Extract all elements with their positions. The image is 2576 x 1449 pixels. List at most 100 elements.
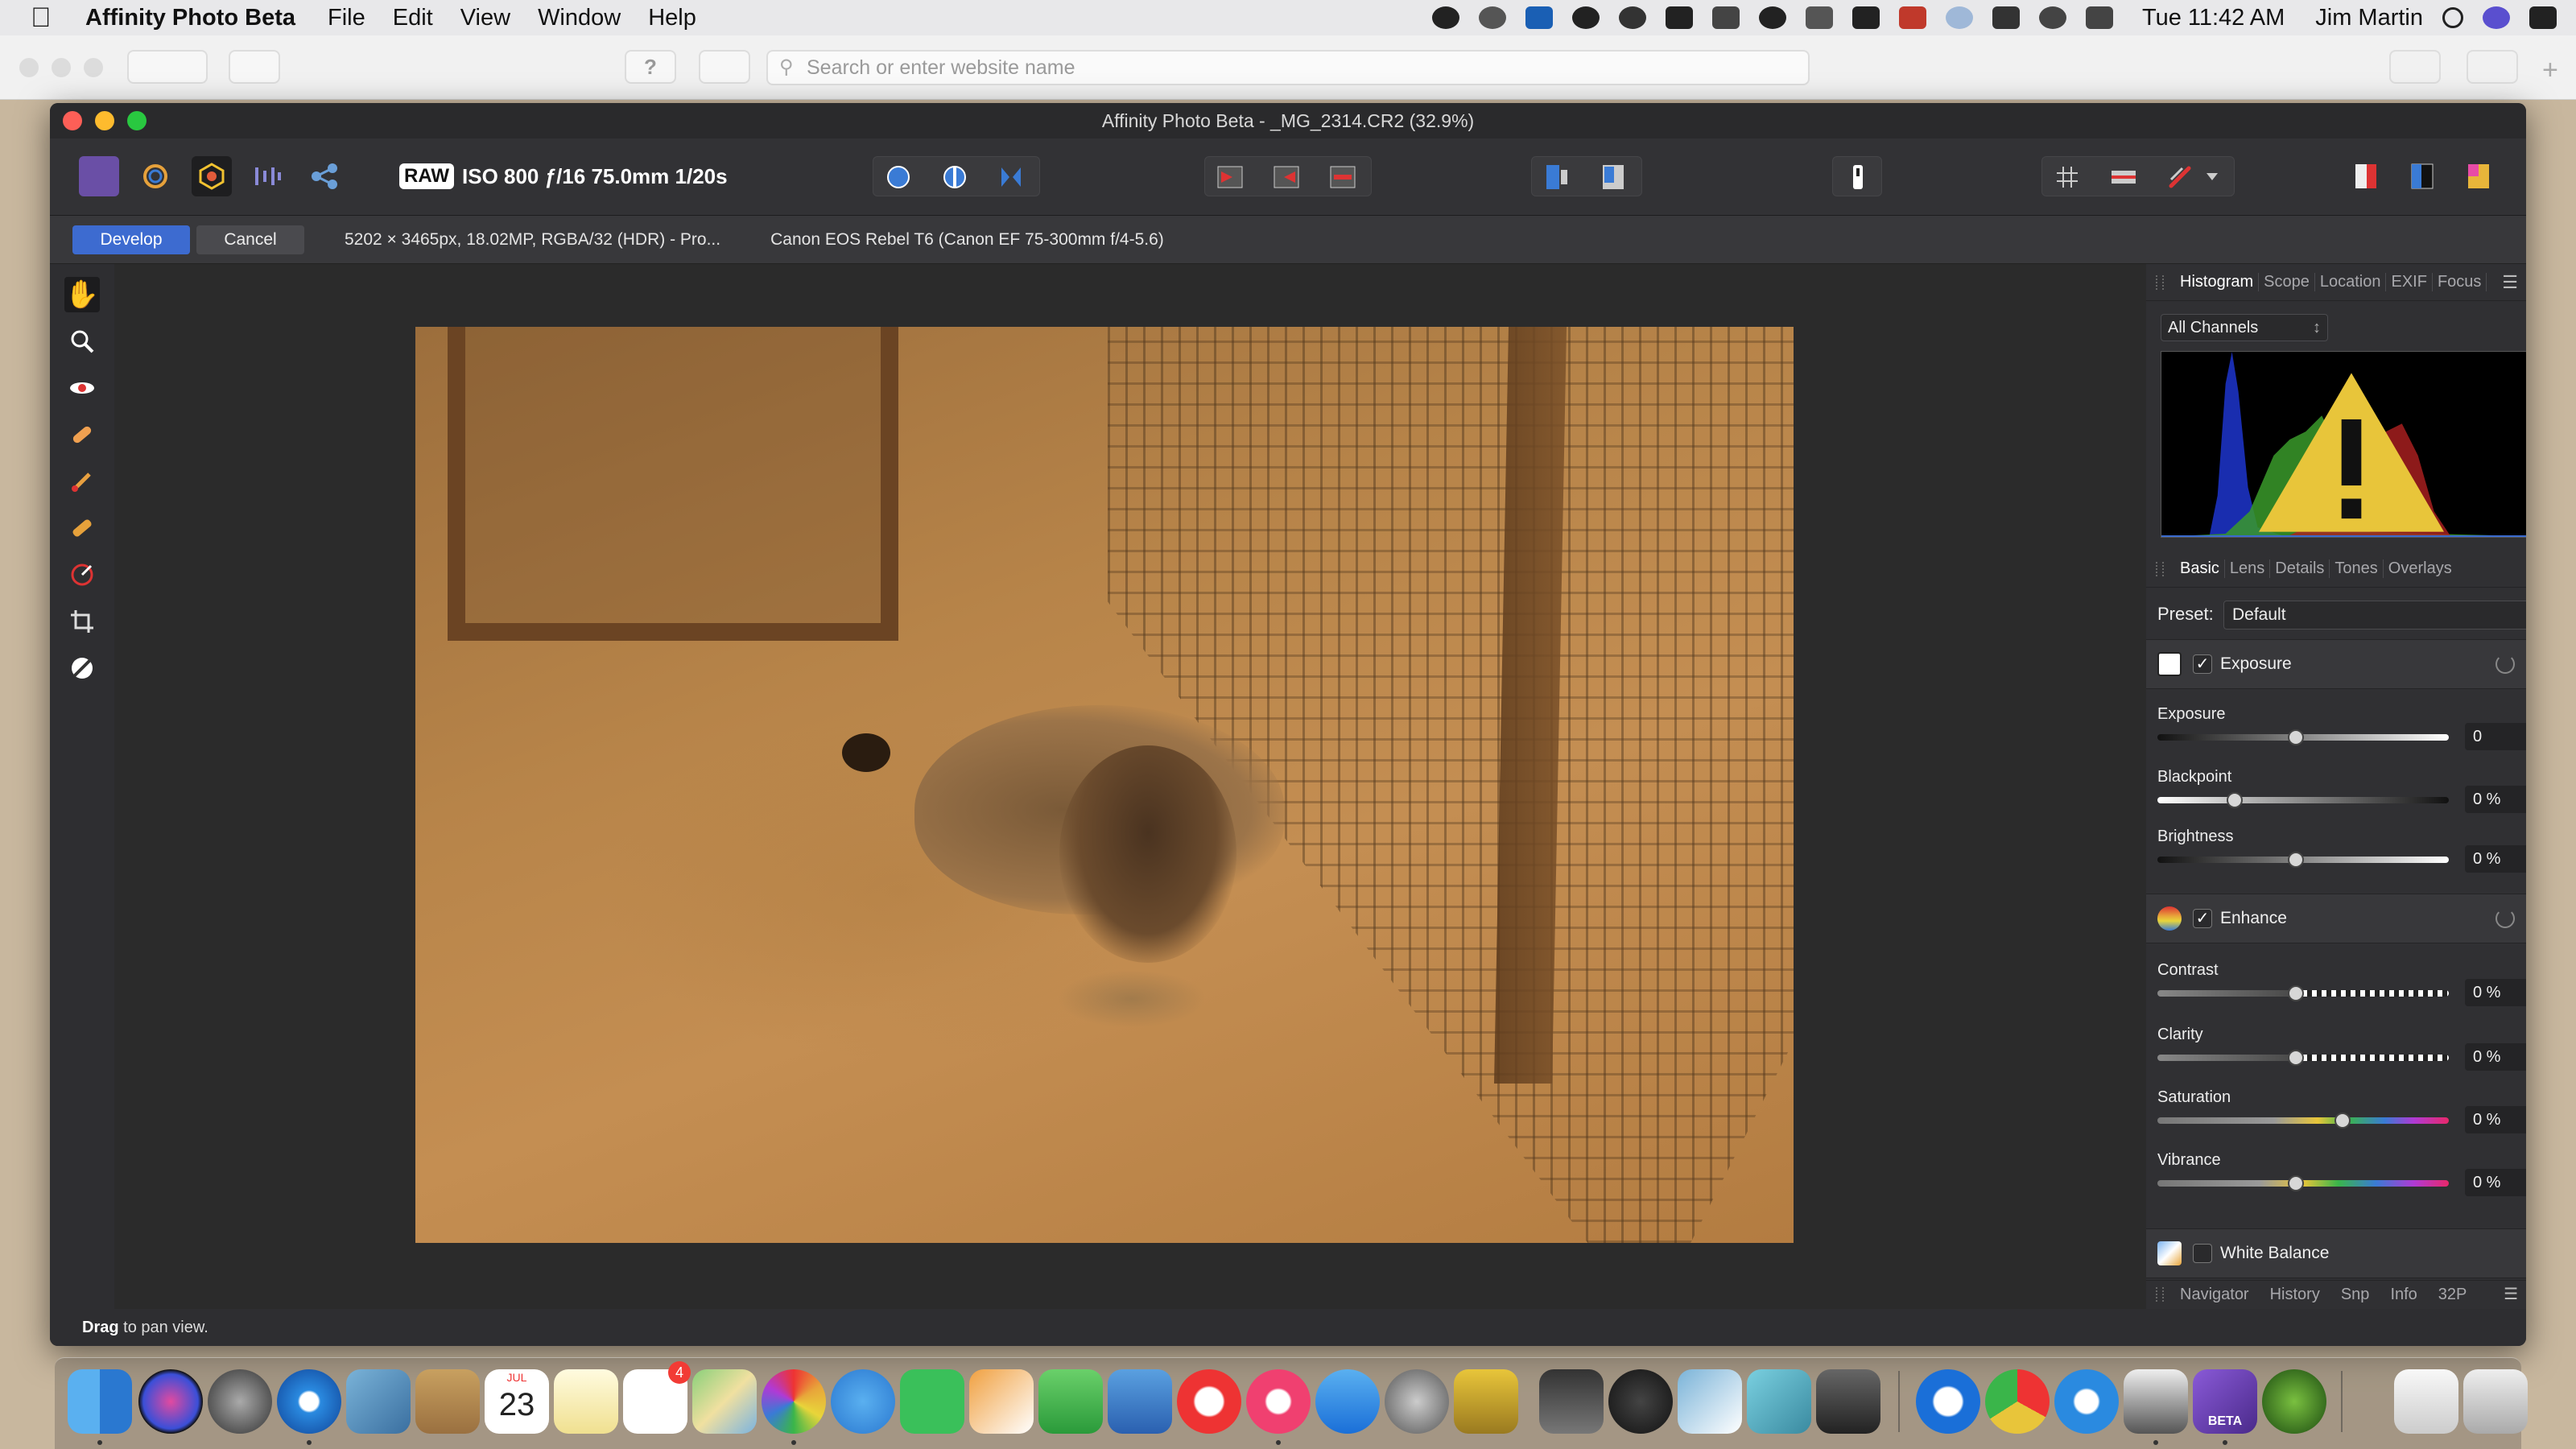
share-icon[interactable]	[2389, 50, 2441, 84]
numbers-icon[interactable]	[1038, 1369, 1103, 1434]
music-icon[interactable]	[1246, 1369, 1311, 1434]
notification-center-icon[interactable]	[2529, 6, 2557, 29]
news-icon[interactable]	[1177, 1369, 1241, 1434]
teamviewer-dock-icon[interactable]	[1916, 1369, 1980, 1434]
preset-select[interactable]: Default ↕	[2223, 601, 2526, 630]
output-layer-icon[interactable]	[1593, 157, 1633, 197]
tab-scope[interactable]: Scope	[2264, 273, 2315, 291]
panel-grip-icon[interactable]	[2156, 562, 2164, 576]
tab-32p[interactable]: 32P	[2438, 1286, 2467, 1304]
menu-edit[interactable]: Edit	[393, 5, 433, 31]
photo-lion[interactable]	[415, 327, 1794, 1243]
tone-mapping-persona-icon[interactable]	[248, 156, 288, 196]
clipping-shadows-icon[interactable]	[1210, 157, 1250, 197]
tab-details[interactable]: Details	[2275, 559, 2330, 578]
slider-value-field[interactable]: 0 %	[2465, 1106, 2526, 1133]
erase-brush-tool-icon[interactable]	[64, 510, 100, 546]
tab-exif[interactable]: EXIF	[2391, 273, 2433, 291]
zoom-tool-icon[interactable]	[64, 324, 100, 359]
contacts-icon[interactable]	[415, 1369, 480, 1434]
photos-icon[interactable]	[762, 1369, 826, 1434]
siri-icon[interactable]	[138, 1369, 203, 1434]
menu-window[interactable]: Window	[538, 5, 621, 31]
panel-grip-icon[interactable]	[2156, 275, 2164, 290]
tab-overlays[interactable]: Overlays	[2388, 559, 2457, 578]
apple-menu-icon[interactable]: 	[31, 2, 63, 34]
slider-knob[interactable]	[2334, 1113, 2351, 1129]
panel-grip-icon[interactable]	[2156, 1287, 2164, 1302]
enhance-section-header[interactable]: ✓ Enhance	[2146, 894, 2526, 943]
dash-icon[interactable]	[2262, 1369, 2326, 1434]
app-menu[interactable]: Affinity Photo Beta	[85, 5, 295, 31]
maps-icon[interactable]	[692, 1369, 757, 1434]
slider-value-field[interactable]: 0	[2465, 723, 2526, 750]
mail-icon[interactable]	[346, 1369, 411, 1434]
clipping-highlights-icon[interactable]	[1266, 157, 1307, 197]
menubar-user[interactable]: Jim Martin	[2315, 5, 2423, 31]
siri-icon[interactable]	[2483, 6, 2510, 29]
clipping-tones-icon[interactable]	[1323, 157, 1363, 197]
gradient-tool-icon[interactable]	[64, 557, 100, 592]
chrome-icon[interactable]	[1985, 1369, 2050, 1434]
checkmark-icon[interactable]	[1478, 6, 1506, 29]
tabs-overview-icon[interactable]	[2467, 50, 2518, 84]
white-balance-tool-icon[interactable]	[64, 650, 100, 686]
tab-histogram[interactable]: Histogram	[2180, 273, 2260, 291]
reader-icon[interactable]	[699, 50, 750, 84]
mirror-view-icon[interactable]	[991, 157, 1031, 197]
liquify-persona-icon[interactable]	[135, 156, 175, 196]
launchpad-icon[interactable]	[208, 1369, 272, 1434]
photo-persona-icon[interactable]	[79, 156, 119, 196]
screenshot-icon[interactable]	[1608, 1369, 1673, 1434]
spotlight-search-icon[interactable]	[2442, 7, 2463, 28]
backup-icon[interactable]	[1992, 6, 2020, 29]
exposure-checkbox[interactable]: ✓	[2193, 654, 2212, 674]
slider-value-field[interactable]: 0 %	[2465, 845, 2526, 873]
finder-icon[interactable]	[68, 1369, 132, 1434]
url-field[interactable]: ⚲ Search or enter website name	[766, 50, 1810, 85]
menubar-clock[interactable]: Tue 11:42 AM	[2142, 5, 2285, 31]
slider-knob[interactable]	[2288, 1175, 2304, 1191]
app-store-icon[interactable]	[1315, 1369, 1380, 1434]
enhance-checkbox[interactable]: ✓	[2193, 909, 2212, 928]
color-swatch-icon[interactable]	[2458, 156, 2499, 196]
menu-view[interactable]: View	[460, 5, 510, 31]
safari-alt-icon[interactable]	[2054, 1369, 2119, 1434]
tab-lens[interactable]: Lens	[2230, 559, 2271, 578]
panda-icon[interactable]	[2124, 1369, 2188, 1434]
close-window-button[interactable]	[63, 111, 82, 130]
slider-track[interactable]	[2157, 1117, 2449, 1124]
archive-utility-icon[interactable]	[1454, 1369, 1518, 1434]
icloud-icon[interactable]	[1945, 6, 1973, 29]
creative-cloud-icon[interactable]	[1571, 6, 1600, 29]
volume-icon[interactable]	[2085, 6, 2113, 29]
slider-track[interactable]	[2157, 797, 2449, 803]
blemish-tool-icon[interactable]	[64, 417, 100, 452]
brush-overlay-icon[interactable]	[2160, 157, 2200, 197]
tab-location[interactable]: Location	[2320, 273, 2387, 291]
scissors-icon[interactable]	[1711, 6, 1740, 29]
home-icon[interactable]	[1898, 6, 1926, 29]
tab-snapshots[interactable]: Snp	[2341, 1286, 2370, 1304]
slider-value-field[interactable]: 0 %	[2465, 979, 2526, 1006]
tab-navigator[interactable]: Navigator	[2180, 1286, 2249, 1304]
play-icon[interactable]	[1431, 6, 1459, 29]
safari-icon[interactable]	[277, 1369, 341, 1434]
hand-tool-icon[interactable]: ✋	[64, 277, 100, 312]
red-eye-tool-icon[interactable]	[64, 370, 100, 406]
remote-desktop-icon[interactable]	[1747, 1369, 1811, 1434]
tab-history[interactable]: History	[2270, 1286, 2320, 1304]
split-red-icon[interactable]	[2346, 156, 2386, 196]
develop-persona-icon[interactable]	[192, 156, 232, 196]
menu-help[interactable]: Help	[648, 5, 696, 31]
record-icon[interactable]	[1758, 6, 1786, 29]
output-pixel-icon[interactable]	[1537, 157, 1577, 197]
facetime-icon[interactable]	[900, 1369, 964, 1434]
teamviewer-icon[interactable]	[1525, 6, 1553, 29]
system-preferences-icon[interactable]	[1385, 1369, 1449, 1434]
slider-knob[interactable]	[2288, 729, 2304, 745]
tab-tones[interactable]: Tones	[2334, 559, 2384, 578]
split-view-icon[interactable]	[935, 157, 975, 197]
panel-menu-icon[interactable]: ☰	[2504, 1284, 2518, 1304]
notes-icon[interactable]	[554, 1369, 618, 1434]
